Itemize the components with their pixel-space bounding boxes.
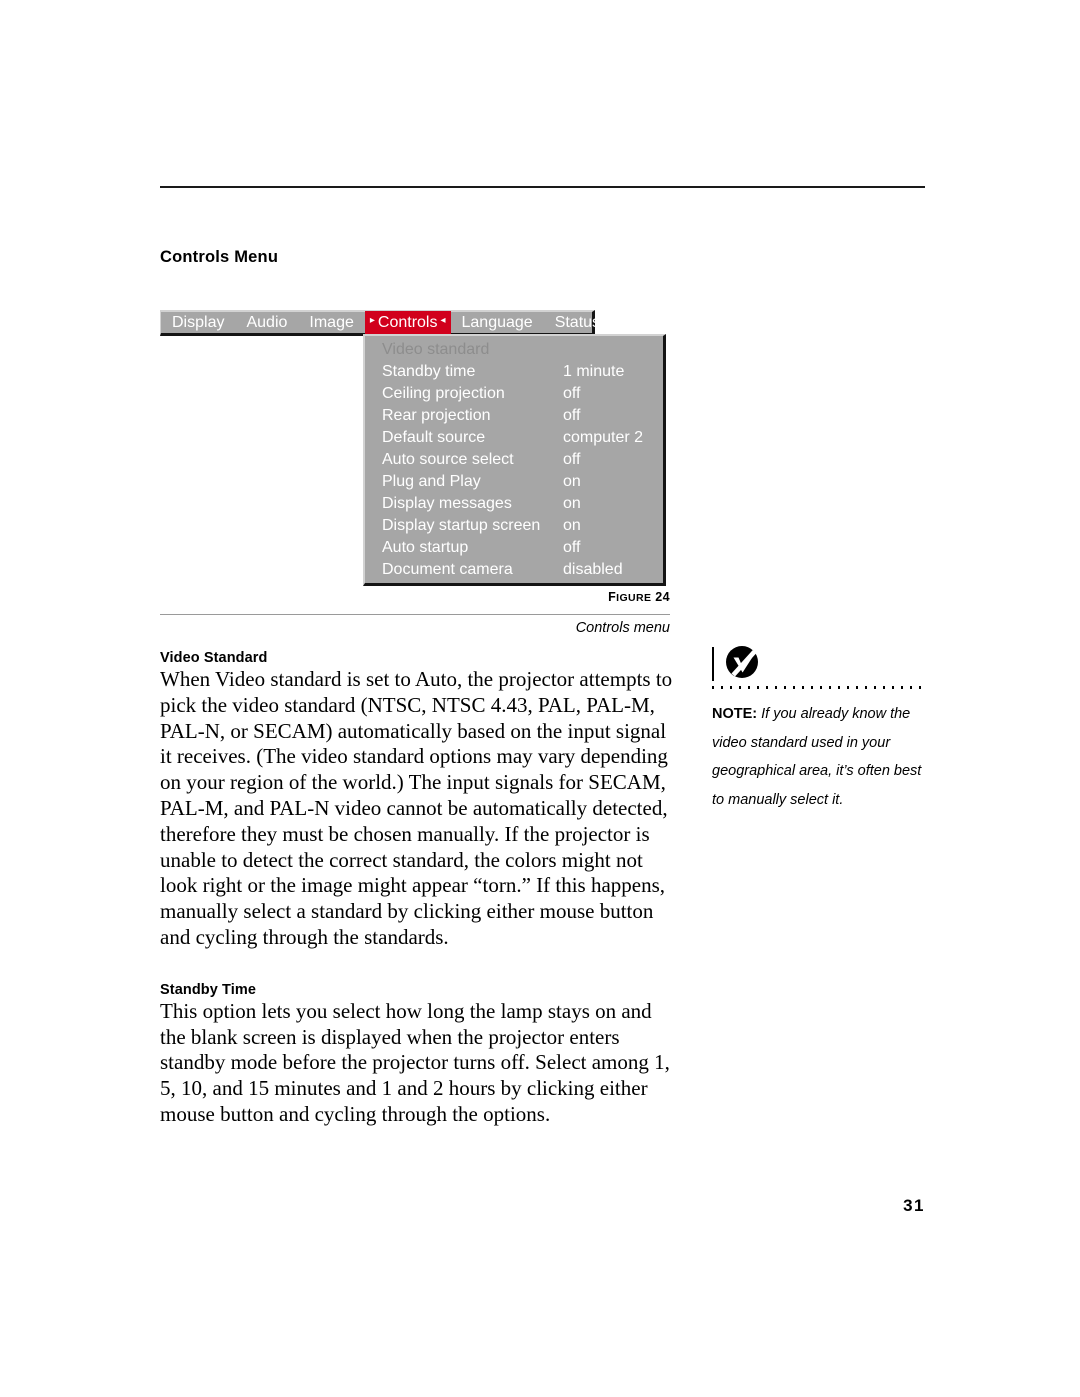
osd-tab-label: Status [554, 314, 601, 331]
osd-menu-row: Video standard [365, 339, 663, 361]
osd-menubar[interactable]: Display Audio Image ▸ Controls ◂ Language Statu… [160, 310, 600, 336]
osd-menu-row-value: disabled [563, 561, 623, 578]
osd-menu-row-label: Display messages [382, 495, 512, 512]
figure-number: 24 [655, 590, 670, 604]
osd-tab-display[interactable]: Display [161, 312, 235, 333]
paragraph-standby-time: This option lets you select how long the… [160, 998, 670, 1126]
osd-menu-row-label: Ceiling projection [382, 385, 505, 402]
subheading-standby-time: Standby Time [160, 981, 257, 998]
osd-menu-row[interactable]: Auto startup off [365, 537, 663, 559]
osd-menu-row[interactable]: Auto source select off [365, 449, 663, 471]
osd-menu-row-value: on [563, 473, 581, 490]
osd-menu-row-label: Standby time [382, 363, 476, 380]
note-prefix: NOTE: [712, 706, 758, 722]
osd-menu-row[interactable]: Rear projection off [365, 405, 663, 427]
osd-tab-language[interactable]: Language [451, 312, 544, 333]
note-logo-icon [725, 645, 759, 684]
osd-menu-row[interactable]: Default source computer 2 [365, 427, 663, 449]
note-divider-bar [712, 647, 714, 681]
header-rule [160, 186, 925, 188]
osd-tab-controls[interactable]: ▸ Controls ◂ [364, 310, 451, 334]
figure-label-text: FIGURE [608, 590, 652, 604]
osd-menu-row-label: Auto startup [382, 539, 469, 556]
figure-label: FIGURE 24 [160, 590, 670, 604]
osd-menu-row-label: Document camera [382, 561, 513, 578]
osd-menu-row-label: Rear projection [382, 407, 491, 424]
osd-tab-audio[interactable]: Audio [235, 312, 298, 333]
osd-menu-row-value: off [563, 539, 581, 556]
osd-menu-row-label: Display startup screen [382, 517, 541, 534]
osd-menu-row-label: Plug and Play [382, 473, 481, 490]
osd-menu-figure: Display Audio Image ▸ Controls ◂ Language Statu… [160, 310, 670, 586]
osd-menu-row[interactable]: Plug and Play on [365, 471, 663, 493]
osd-tab-image[interactable]: Image [298, 312, 364, 333]
osd-menu-row-value: off [563, 407, 581, 424]
page-number: 31 [903, 1196, 925, 1215]
osd-menu-row[interactable]: Standby time 1 minute [365, 361, 663, 383]
osd-tab-label: Language [461, 314, 533, 331]
osd-menu-row[interactable]: Document camera disabled [365, 559, 663, 581]
osd-controls-dropdown[interactable]: Video standard Standby time 1 minute Ceilin… [363, 334, 666, 586]
note-icon-row [712, 645, 937, 683]
osd-menu-row[interactable]: Ceiling projection off [365, 383, 663, 405]
osd-menu-row-value: off [563, 385, 581, 402]
subheading-video-standard: Video Standard [160, 650, 268, 666]
figure-rule [160, 614, 670, 615]
osd-tab-label: Display [172, 314, 225, 331]
caret-left-icon: ◂ [440, 315, 446, 326]
osd-menu-row-label: Video standard [382, 341, 490, 358]
note-sidebar: NOTE: If you already know the video stan… [712, 645, 937, 814]
body-column: Video Standard When Video standard is se… [160, 650, 676, 1128]
paragraph-video-standard: When Video standard is set to Auto, the … [160, 667, 673, 949]
osd-tab-status[interactable]: Status [544, 312, 611, 333]
caret-right-icon: ▸ [369, 315, 375, 326]
figure-caption: Controls menu [575, 620, 670, 636]
osd-menu-row-label: Auto source select [382, 451, 514, 468]
note-dotted-rule [712, 686, 925, 689]
osd-tab-label: Controls [377, 313, 438, 331]
osd-menu-row-value: on [563, 517, 581, 534]
osd-menu-row[interactable]: Display startup screen on [365, 515, 663, 537]
osd-menu-row-label: Default source [382, 429, 486, 446]
note-text: NOTE: If you already know the video stan… [712, 700, 937, 814]
osd-menu-row-value: computer 2 [563, 429, 644, 446]
osd-menu-row-value: on [563, 495, 581, 512]
osd-menu-row-value: off [563, 451, 581, 468]
osd-menu-row-value: 1 minute [563, 363, 625, 380]
page-title: Controls Menu [160, 248, 279, 266]
osd-tab-label: Audio [246, 314, 288, 331]
osd-menu-row[interactable]: Display messages on [365, 493, 663, 515]
osd-tab-label: Image [309, 314, 354, 331]
